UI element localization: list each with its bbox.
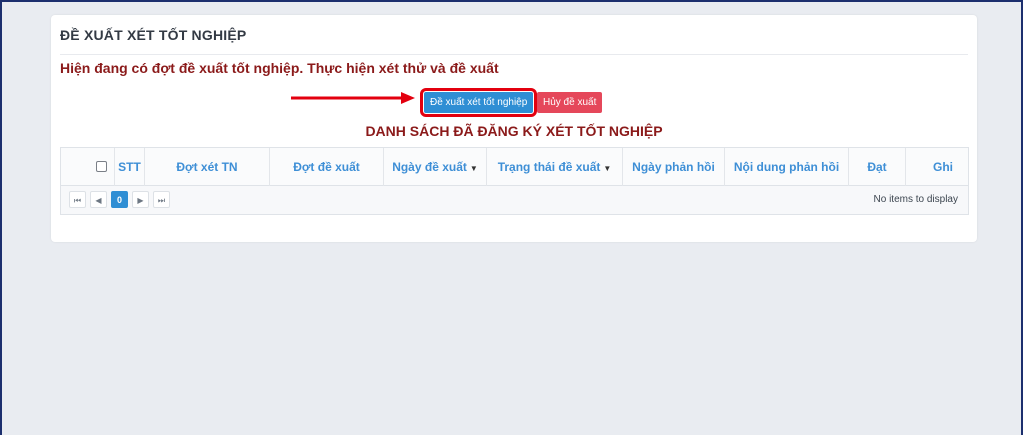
column-header-ngay-phan-hoi[interactable]: Ngày phản hồi [622,148,724,186]
notice-text: Hiện đang có đợt đề xuất tốt nghiệp. Thự… [60,60,499,76]
column-header-ghi[interactable]: Ghi [905,148,957,186]
empty-message: No items to display [873,194,958,205]
column-label: Trạng thái đề xuất [497,160,601,174]
propose-graduation-button[interactable]: Đề xuất xét tốt nghiệp [419,88,538,117]
column-header-noi-dung-phan-hoi[interactable]: Nội dung phản hồi [724,148,848,186]
grid-pager: ⏮ ◀ 0 ▶ ⏭ No items to display [61,186,968,214]
first-page-icon[interactable]: ⏮ [69,191,86,208]
column-header-dot-de-xuat[interactable]: Đợt đề xuất [269,148,383,186]
select-all-checkbox-cell[interactable] [90,148,114,186]
column-header-trang-thai-de-xuat[interactable]: Trạng thái đề xuất ▼ [486,148,622,186]
prev-page-icon[interactable]: ◀ [90,191,107,208]
select-all-cell [61,148,90,186]
grid-header: STT Đợt xét TN Đợt đề xuất Ngày đề xuất ▼… [61,148,968,186]
column-label: Ngày đề xuất [392,160,467,174]
page-title: ĐỀ XUẤT XÉT TỐT NGHIỆP [60,27,247,43]
list-title: DANH SÁCH ĐÃ ĐĂNG KÝ XÉT TỐT NGHIỆP [365,123,663,139]
sort-down-icon: ▼ [603,164,612,173]
sort-down-icon: ▼ [469,164,478,173]
column-header-stt[interactable]: STT [114,148,144,186]
select-all-checkbox[interactable] [96,161,107,172]
title-divider [60,54,968,55]
arrow-right-icon [291,92,415,104]
content-card: ĐỀ XUẤT XÉT TỐT NGHIỆP Hiện đang có đợt … [51,15,977,242]
column-header-ngay-de-xuat[interactable]: Ngày đề xuất ▼ [383,148,486,186]
next-page-icon[interactable]: ▶ [132,191,149,208]
current-page-button[interactable]: 0 [111,191,128,208]
last-page-icon[interactable]: ⏭ [153,191,170,208]
column-header-dot-xet-tn[interactable]: Đợt xét TN [144,148,269,186]
registration-grid: STT Đợt xét TN Đợt đề xuất Ngày đề xuất ▼… [60,147,969,215]
cancel-proposal-button[interactable]: Hủy đề xuất [537,92,603,113]
column-header-dat[interactable]: Đạt [848,148,905,186]
